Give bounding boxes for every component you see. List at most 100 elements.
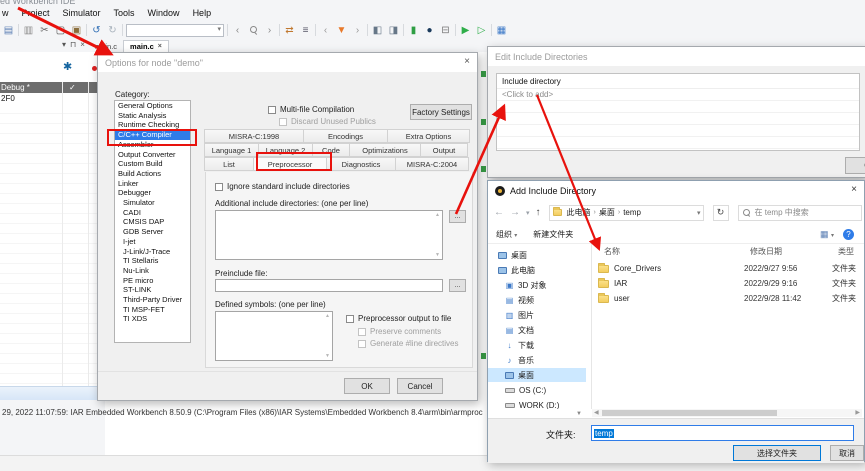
cancel-button[interactable]: Cancel: [397, 378, 443, 394]
tab-language-1[interactable]: Language 1: [204, 143, 259, 157]
menu-item-project[interactable]: Project: [22, 8, 50, 18]
organize-button[interactable]: 组织 ▾: [496, 229, 517, 240]
editor-tab-1[interactable]: main.c×: [123, 40, 169, 52]
redo-icon[interactable]: ↻: [106, 24, 119, 37]
sidebar-item-5[interactable]: ▤文档: [488, 323, 586, 337]
next-bookmark-icon[interactable]: ›: [351, 24, 364, 37]
multi-file-compilation-checkbox[interactable]: Multi-file Compilation: [268, 105, 354, 114]
file-row-IAR[interactable]: IAR2022/9/29 9:16文件夹: [598, 278, 864, 289]
category-item-general-options[interactable]: General Options: [115, 101, 190, 111]
breadcrumb-item-2[interactable]: temp: [623, 208, 641, 217]
click-to-add-row[interactable]: <Click to add>: [497, 89, 859, 101]
menu-item-partial[interactable]: w: [2, 8, 9, 18]
close-icon[interactable]: ×: [464, 56, 470, 68]
factory-settings-button[interactable]: Factory Settings: [410, 104, 472, 120]
search-input[interactable]: 在 temp 中搜索: [738, 205, 862, 221]
sidebar-item-8[interactable]: 桌面: [488, 368, 586, 382]
toolbar-search-combobox[interactable]: [126, 24, 224, 37]
category-item-pe-micro[interactable]: PE micro: [115, 276, 190, 286]
breadcrumb-dropdown-icon[interactable]: ▾: [697, 209, 701, 217]
doc-prev-icon[interactable]: ◧: [371, 24, 384, 37]
close-icon[interactable]: ×: [80, 40, 85, 52]
scrollbar-thumb[interactable]: [602, 410, 777, 416]
close-icon[interactable]: ×: [851, 184, 857, 196]
print-icon[interactable]: ▥: [22, 24, 35, 37]
menu-item-simulator[interactable]: Simulator: [63, 8, 101, 18]
sidebar-item-2[interactable]: ▣3D 对象: [488, 278, 586, 292]
make-icon[interactable]: ▮: [407, 24, 420, 37]
close-icon[interactable]: ×: [158, 43, 162, 50]
workspace-tab-strip[interactable]: [0, 386, 104, 400]
gear-icon[interactable]: ✱: [63, 60, 72, 73]
category-item-ti-msp-fet[interactable]: TI MSP-FET: [115, 305, 190, 315]
folder-name-input[interactable]: temp: [591, 425, 854, 441]
category-item-c-c-compiler[interactable]: C/C++ Compiler: [115, 130, 190, 140]
category-item-simulator[interactable]: Simulator: [115, 198, 190, 208]
file-row-Core_Drivers[interactable]: Core_Drivers2022/9/27 9:56文件夹: [598, 263, 864, 274]
category-item-cadi[interactable]: CADI: [115, 208, 190, 218]
category-item-runtime-checking[interactable]: Runtime Checking: [115, 120, 190, 130]
add-dialog-titlebar[interactable]: Add Include Directory: [488, 181, 864, 200]
breadcrumb-item-0[interactable]: 此电脑: [567, 207, 591, 218]
category-item-output-converter[interactable]: Output Converter: [115, 150, 190, 160]
forward-icon[interactable]: →: [510, 207, 520, 218]
browse-preinclude-button[interactable]: ...: [449, 279, 466, 292]
menu-item-help[interactable]: Help: [193, 8, 212, 18]
category-item-ti-stellaris[interactable]: TI Stellaris: [115, 256, 190, 266]
horizontal-scrollbar[interactable]: ◀ ▶: [592, 409, 862, 417]
category-item-j-link-j-trace[interactable]: J-Link/J-Trace: [115, 247, 190, 257]
tab-language-2[interactable]: Language 2: [258, 143, 313, 157]
breakpoint-shield-icon[interactable]: ▼: [335, 24, 348, 37]
doc-next-icon[interactable]: ◨: [387, 24, 400, 37]
ignore-standard-includes-checkbox[interactable]: Ignore standard include directories: [215, 182, 350, 191]
undo-icon[interactable]: ↺: [90, 24, 103, 37]
category-item-gdb-server[interactable]: GDB Server: [115, 227, 190, 237]
sidebar-item-1[interactable]: 此电脑: [488, 263, 586, 277]
chevron-down-icon[interactable]: ▾: [62, 40, 66, 52]
workspace-device-row[interactable]: 2F0: [1, 94, 15, 103]
back-icon[interactable]: ←: [494, 207, 504, 218]
editor-tab-0[interactable]: main.c: [89, 40, 123, 52]
category-item-custom-build[interactable]: Custom Build: [115, 159, 190, 169]
category-item-third-party-driver[interactable]: Third-Party Driver: [115, 295, 190, 305]
view-mode-icon[interactable]: ▦ ▾: [820, 229, 834, 240]
swap-icon[interactable]: ⇄: [283, 24, 296, 37]
tab-misra-c-1998[interactable]: MISRA-C:1998: [204, 129, 304, 143]
scroll-up-icon[interactable]: ▲: [325, 313, 330, 319]
prev-bookmark-icon[interactable]: ‹: [319, 24, 332, 37]
tab-output[interactable]: Output: [420, 143, 468, 157]
cut-icon[interactable]: ✂: [38, 24, 51, 37]
ok-button[interactable]: OK: [845, 157, 865, 174]
checkbox-box[interactable]: [215, 183, 223, 191]
nav-forward-icon[interactable]: ›: [263, 24, 276, 37]
sidebar-item-0[interactable]: 桌面: [488, 248, 586, 262]
column-header-2[interactable]: 类型: [838, 246, 854, 257]
compile-icon[interactable]: ●: [423, 24, 436, 37]
menu-item-tools[interactable]: Tools: [114, 8, 135, 18]
browse-additional-includes-button[interactable]: ...: [449, 210, 466, 223]
scroll-up-icon[interactable]: ▲: [435, 212, 440, 218]
sidebar-item-4[interactable]: ▥图片: [488, 308, 586, 322]
menu-item-window[interactable]: Window: [148, 8, 180, 18]
tab-extra-options[interactable]: Extra Options: [387, 129, 470, 143]
bookmark-list-icon[interactable]: ≡: [299, 24, 312, 37]
simulator-icon[interactable]: ▦: [495, 24, 508, 37]
scroll-down-icon[interactable]: ▼: [435, 252, 440, 258]
find-icon[interactable]: [247, 24, 260, 37]
select-folder-button[interactable]: 选择文件夹: [733, 445, 821, 461]
download-debug-icon[interactable]: ▶: [459, 24, 472, 37]
up-icon[interactable]: ↑: [536, 207, 541, 218]
save-icon[interactable]: ▤: [2, 24, 15, 37]
defined-symbols-textarea[interactable]: ▲ ▼: [215, 311, 333, 361]
pin-icon[interactable]: ⊓: [70, 40, 76, 52]
new-folder-button[interactable]: 新建文件夹: [533, 229, 573, 240]
ok-button[interactable]: OK: [344, 378, 390, 394]
help-icon[interactable]: ?: [843, 229, 854, 240]
options-dialog-titlebar[interactable]: Options for node "demo": [98, 53, 477, 72]
checkbox-box[interactable]: [346, 315, 354, 323]
tab-misra-c-2004[interactable]: MISRA-C:2004: [395, 157, 469, 171]
tab-encodings[interactable]: Encodings: [303, 129, 388, 143]
additional-includes-textarea[interactable]: ▲ ▼: [215, 210, 443, 260]
category-item-linker[interactable]: Linker: [115, 179, 190, 189]
category-item-build-actions[interactable]: Build Actions: [115, 169, 190, 179]
